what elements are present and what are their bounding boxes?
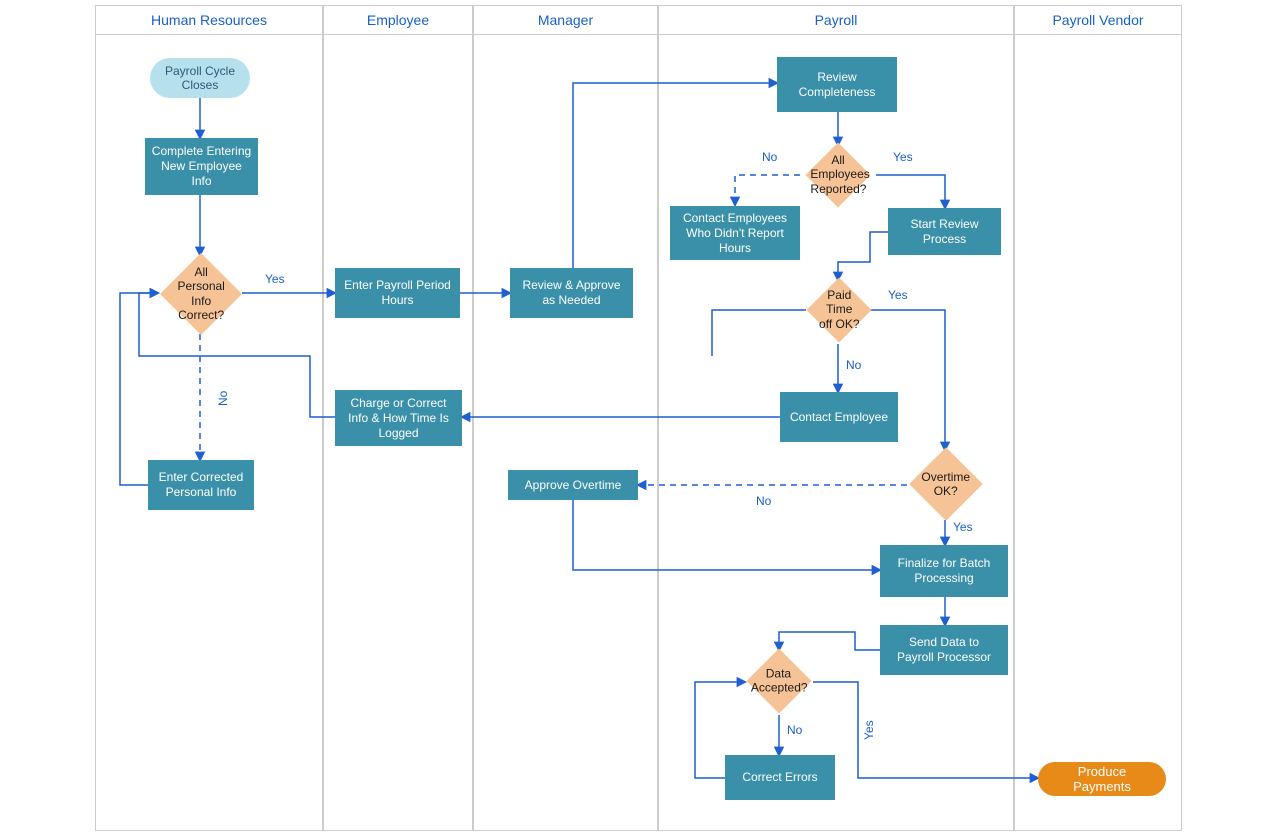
edge-label-personal-no: No xyxy=(216,391,230,406)
process-contact-no-report-label: Contact EmployeesWho Didn't ReportHours xyxy=(683,211,787,256)
process-enter-corrected-label: Enter CorrectedPersonal Info xyxy=(159,470,244,500)
decision-data-accepted-label: DataAccepted? xyxy=(751,667,806,696)
lane-body-vendor xyxy=(1014,35,1182,831)
lane-header-vendor: Payroll Vendor xyxy=(1014,5,1182,35)
process-correct-errors: Correct Errors xyxy=(725,755,835,800)
process-review-approve-label: Review & Approveas Needed xyxy=(522,278,620,308)
lane-header-mgr: Manager xyxy=(473,5,658,35)
process-start-review-label: Start ReviewProcess xyxy=(910,217,978,247)
lane-header-emp-label: Employee xyxy=(367,12,429,28)
process-contact-employee-label: Contact Employee xyxy=(790,410,888,425)
process-complete-entering-label: Complete EnteringNew EmployeeInfo xyxy=(152,144,251,189)
lane-body-mgr xyxy=(473,35,658,831)
flowchart-canvas: Human Resources Employee Manager Payroll… xyxy=(0,0,1274,836)
edge-label-pto-yes: Yes xyxy=(888,288,908,302)
edge-label-pto-no: No xyxy=(846,358,861,372)
process-review-approve: Review & Approveas Needed xyxy=(510,268,633,318)
lane-header-vendor-label: Payroll Vendor xyxy=(1052,12,1143,28)
process-finalize-label: Finalize for BatchProcessing xyxy=(898,556,991,586)
decision-all-reported-label: All EmployeesReported? xyxy=(810,153,865,196)
decision-overtime-ok-label: Overtime OK? xyxy=(920,470,972,499)
terminator-produce-payments-label: Produce Payments xyxy=(1052,764,1152,794)
edge-label-reported-no: No xyxy=(762,150,777,164)
process-start-review: Start ReviewProcess xyxy=(888,208,1001,255)
process-finalize: Finalize for BatchProcessing xyxy=(880,545,1008,597)
edge-label-ot-yes: Yes xyxy=(953,520,973,534)
process-review-completeness-label: ReviewCompleteness xyxy=(799,70,876,100)
edge-label-reported-yes: Yes xyxy=(893,150,913,164)
decision-personal-info-label: AllPersonal InfoCorrect? xyxy=(172,265,230,323)
lane-header-hr-label: Human Resources xyxy=(151,12,267,28)
process-send-data: Send Data toPayroll Processor xyxy=(880,625,1008,675)
process-enter-corrected: Enter CorrectedPersonal Info xyxy=(148,460,254,510)
process-enter-hours-label: Enter Payroll PeriodHours xyxy=(344,278,451,308)
process-charge-correct-label: Charge or CorrectInfo & How Time IsLogge… xyxy=(348,396,449,441)
terminator-start-label: Payroll CycleCloses xyxy=(165,64,235,92)
process-charge-correct: Charge or CorrectInfo & How Time IsLogge… xyxy=(335,390,462,446)
process-enter-hours: Enter Payroll PeriodHours xyxy=(335,268,460,318)
lane-header-hr: Human Resources xyxy=(95,5,323,35)
edge-label-ot-no: No xyxy=(756,494,771,508)
edge-label-data-yes: Yes xyxy=(862,720,876,740)
lane-header-emp: Employee xyxy=(323,5,473,35)
terminator-produce-payments: Produce Payments xyxy=(1038,762,1166,796)
process-contact-employee: Contact Employee xyxy=(780,392,898,442)
lane-header-payroll-label: Payroll xyxy=(815,12,858,28)
process-correct-errors-label: Correct Errors xyxy=(742,770,817,785)
terminator-start: Payroll CycleCloses xyxy=(150,58,250,98)
process-complete-entering: Complete EnteringNew EmployeeInfo xyxy=(145,138,258,195)
process-send-data-label: Send Data toPayroll Processor xyxy=(897,635,991,665)
edge-label-personal-yes: Yes xyxy=(265,272,285,286)
decision-paid-time-off-label: Paid Timeoff OK? xyxy=(816,288,862,331)
lane-header-payroll: Payroll xyxy=(658,5,1014,35)
process-review-completeness: ReviewCompleteness xyxy=(777,57,897,112)
process-approve-overtime: Approve Overtime xyxy=(508,470,638,500)
lane-header-mgr-label: Manager xyxy=(538,12,593,28)
process-approve-overtime-label: Approve Overtime xyxy=(525,478,622,493)
process-contact-no-report: Contact EmployeesWho Didn't ReportHours xyxy=(670,206,800,260)
edge-label-data-no: No xyxy=(787,723,802,737)
